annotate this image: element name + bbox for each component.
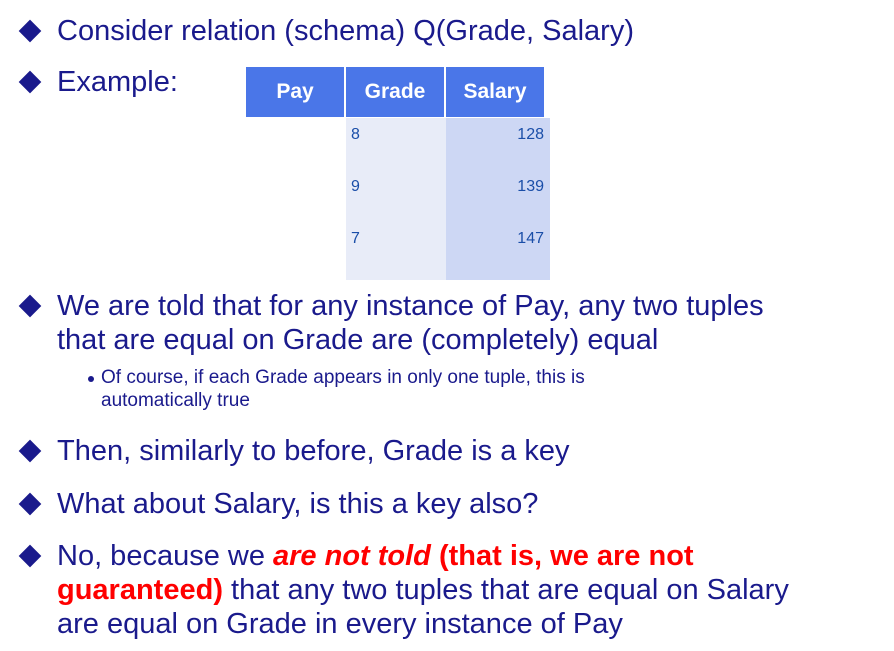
bullet-diamond-icon [18,294,42,318]
sub-bullet-line2: automatically true [101,390,250,411]
bullet-no-because-line3: are equal on Grade in every instance of … [57,608,623,640]
sub-bullet-line1: Of course, if each Grade appears in only… [101,367,585,388]
bullet-diamond-icon [18,492,42,516]
bullet-no-because-line1: No, because we are not told (that is, we… [57,539,694,573]
bullet-diamond-icon [18,439,42,463]
table-cell-grade: 8 [346,118,449,176]
column-header-grade: Grade [346,67,444,117]
text-no-because: No, because we [57,540,274,572]
bullet-salary-key-question: What about Salary, is this a key also? [57,488,539,520]
sub-bullet-dot-icon [88,376,94,382]
bullet-example: Example: [57,66,178,98]
text-any-two-tuples: that any two tuples that are equal on Sa… [222,574,789,606]
bullet-diamond-icon [18,70,42,94]
bullet-consider-relation: Consider relation (schema) Q(Grade, Sala… [57,15,634,47]
table-cell-grade: 9 [346,170,449,228]
bullet-grade-is-key: Then, similarly to before, Grade is a ke… [57,435,570,467]
table-cell-salary: 147 [446,222,550,280]
bullet-no-because-line2: guaranteed) that any two tuples that are… [57,573,789,607]
bullet-diamond-icon [18,19,42,43]
table-name-header: Pay [246,67,344,117]
bullet-diamond-icon [18,544,42,568]
table-cell-salary: 128 [446,118,550,176]
bullet-we-are-told-line2: that are equal on Grade are (completely)… [57,324,659,356]
column-header-salary: Salary [446,67,544,117]
table-cell-grade: 7 [346,222,449,280]
emphasis-are-not-told: are not told [273,540,431,572]
pay-table: Pay Grade Salary 8 128 9 139 7 147 [246,67,550,280]
emphasis-that-is: (that is, we are not [430,540,694,572]
bullet-we-are-told-line1: We are told that for any instance of Pay… [57,290,764,322]
emphasis-guaranteed: guaranteed) [57,574,223,606]
table-cell-salary: 139 [446,170,550,228]
